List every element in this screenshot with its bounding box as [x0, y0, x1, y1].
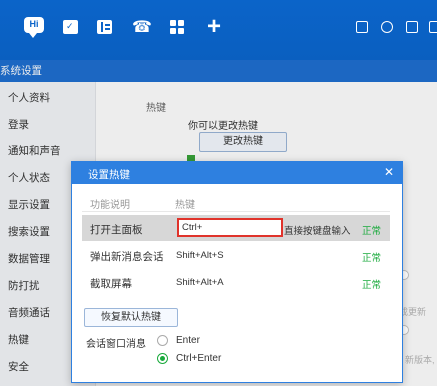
- table-row[interactable]: 截取屏幕 Shift+Alt+A 正常: [82, 269, 390, 295]
- column-header-hotkey: 热键: [175, 200, 195, 211]
- ctrl-enter-label: Ctrl+Enter: [176, 353, 222, 364]
- cube-icon[interactable]: [429, 21, 437, 33]
- enter-label: Enter: [176, 335, 200, 346]
- window-icon[interactable]: [356, 21, 368, 33]
- table-row[interactable]: 弹出新消息会话 Shift+Alt+S 正常: [82, 242, 390, 268]
- hotkey-value: Shift+Alt+S: [176, 250, 224, 261]
- hotkey-dialog: 设置热键 ✕ 功能说明 热键 打开主面板 Ctrl+ 直接按键盘输入 正常 弹出…: [71, 161, 403, 383]
- dialog-header: 设置热键 ✕: [72, 162, 402, 184]
- hotkey-hint: 直接按键盘输入: [284, 226, 351, 237]
- status-text: 正常: [362, 253, 382, 264]
- status-text: 正常: [362, 280, 382, 291]
- column-header-function: 功能说明: [90, 200, 130, 211]
- contacts-icon[interactable]: [96, 17, 118, 39]
- status-text: 正常: [362, 226, 382, 237]
- calendar-icon[interactable]: [62, 17, 84, 39]
- ctrl-enter-radio[interactable]: [157, 353, 168, 364]
- hotkey-input[interactable]: Ctrl+: [177, 218, 283, 237]
- enter-radio[interactable]: [157, 335, 168, 346]
- apps-icon[interactable]: [169, 17, 191, 39]
- table-row[interactable]: 打开主面板 Ctrl+ 直接按键盘输入 正常: [82, 215, 390, 241]
- send-label: 会话窗口消息: [86, 339, 146, 350]
- folder-icon[interactable]: [406, 21, 418, 33]
- plus-icon[interactable]: +: [207, 15, 229, 39]
- dialog-title: 设置热键: [88, 169, 130, 181]
- hotkey-function: 截取屏幕: [90, 278, 132, 290]
- chat-badge: Hi: [29, 19, 39, 29]
- chat-icon[interactable]: Hi: [24, 17, 46, 39]
- close-icon[interactable]: ✕: [384, 165, 394, 179]
- restore-defaults-button[interactable]: 恢复默认热键: [84, 308, 178, 327]
- header-divider: [82, 211, 390, 212]
- background-text: 新版本,: [405, 355, 435, 365]
- phone-icon[interactable]: ☎: [132, 17, 154, 39]
- hotkey-value: Shift+Alt+A: [176, 277, 224, 288]
- clock-icon[interactable]: [381, 21, 393, 33]
- top-toolbar: Hi ☎ +: [0, 0, 437, 60]
- background-text: 成更新: [399, 307, 427, 317]
- hotkey-function: 弹出新消息会话: [90, 251, 164, 263]
- hotkey-function: 打开主面板: [90, 224, 143, 236]
